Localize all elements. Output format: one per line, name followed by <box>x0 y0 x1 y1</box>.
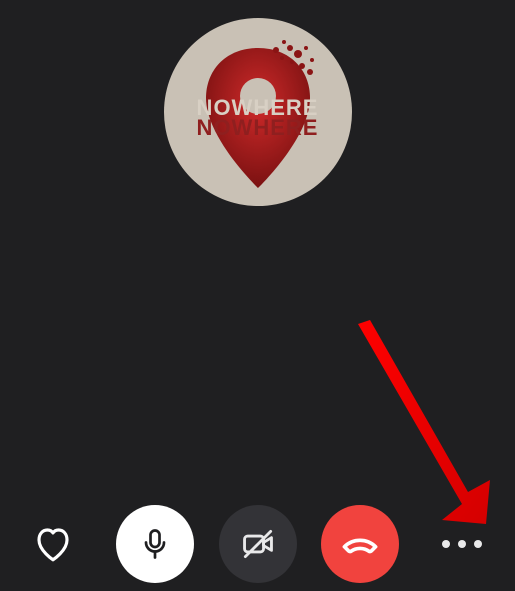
more-horizontal-icon <box>442 540 482 548</box>
video-off-icon <box>239 525 277 563</box>
phone-hangup-icon <box>338 522 382 566</box>
heart-icon <box>32 523 74 565</box>
end-call-button[interactable] <box>321 505 399 583</box>
call-screen: NOWHERE NOWHERE <box>0 0 515 591</box>
microphone-icon <box>137 526 173 562</box>
avatar-text-line2: NOWHERE <box>197 118 319 138</box>
avatar-text: NOWHERE NOWHERE <box>197 98 319 138</box>
video-button[interactable] <box>219 505 297 583</box>
microphone-button[interactable] <box>116 505 194 583</box>
react-button[interactable] <box>2 523 104 565</box>
more-options-button[interactable] <box>411 540 513 548</box>
call-controls <box>0 505 515 583</box>
contact-avatar: NOWHERE NOWHERE <box>164 18 352 206</box>
